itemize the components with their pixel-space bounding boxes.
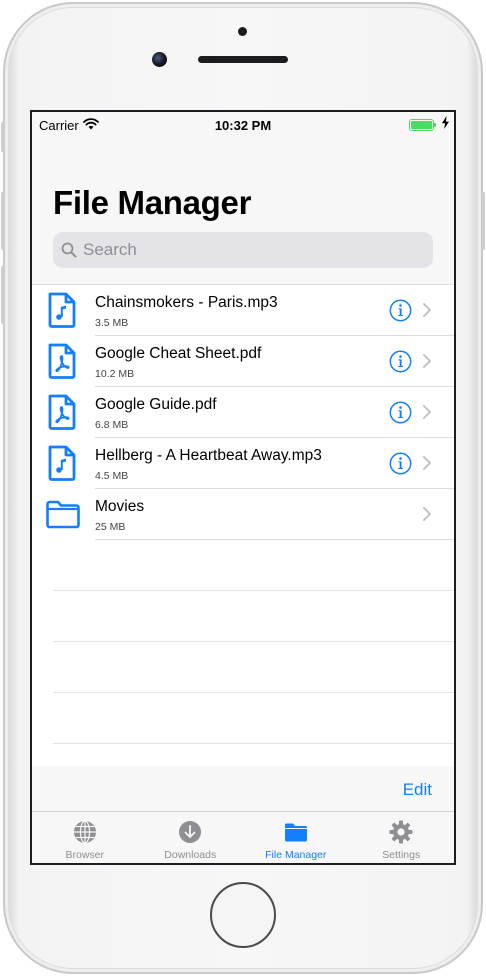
- empty-row-divider: [53, 641, 454, 642]
- pdf-file-icon: [47, 394, 77, 435]
- music-file-icon: [47, 292, 77, 333]
- folder-size: 25 MB: [95, 521, 126, 533]
- tab-settings[interactable]: Settings: [349, 812, 455, 863]
- tab-label: Settings: [382, 849, 421, 861]
- file-list: Chainsmokers - Paris.mp3 3.5 MB Google C…: [32, 284, 454, 766]
- music-file-icon: [47, 445, 77, 486]
- file-row[interactable]: Google Cheat Sheet.pdf 10.2 MB: [32, 336, 454, 387]
- file-size: 4.5 MB: [95, 470, 129, 482]
- empty-row-divider: [53, 590, 454, 591]
- globe-icon: [73, 820, 97, 844]
- status-bar: Carrier 10:32 PM: [32, 112, 454, 138]
- search-icon: [61, 242, 77, 258]
- folder-icon: [45, 499, 81, 534]
- charging-bolt-icon: [442, 116, 449, 132]
- folder-name: Movies: [95, 498, 145, 515]
- file-name: Chainsmokers - Paris.mp3: [95, 294, 278, 311]
- file-name: Google Guide.pdf: [95, 396, 217, 413]
- tab-label: File Manager: [265, 849, 327, 861]
- info-icon[interactable]: [389, 299, 412, 322]
- tab-label: Browser: [65, 849, 104, 861]
- pdf-file-icon: [47, 343, 77, 384]
- proximity-sensor: [238, 27, 247, 36]
- folder-icon: [284, 820, 308, 844]
- gear-icon: [389, 820, 413, 844]
- file-name: Google Cheat Sheet.pdf: [95, 345, 262, 362]
- search-placeholder: Search: [83, 240, 137, 259]
- tab-browser[interactable]: Browser: [32, 812, 138, 863]
- search-input[interactable]: Search: [53, 232, 433, 268]
- chevron-right-icon: [422, 506, 432, 522]
- empty-row-divider: [53, 692, 454, 693]
- page-title: File Manager: [53, 184, 252, 221]
- screen: Carrier 10:32 PM File Manager Search Cha…: [30, 110, 456, 865]
- tab-label: Downloads: [164, 849, 217, 861]
- tab-bar: Browser Downloads File Manager Settings: [32, 811, 455, 863]
- volume-down-button: [1, 266, 4, 324]
- file-row[interactable]: Google Guide.pdf 6.8 MB: [32, 387, 454, 438]
- mute-switch: [1, 122, 4, 152]
- home-button[interactable]: [210, 882, 276, 948]
- file-name: Hellberg - A Heartbeat Away.mp3: [95, 447, 322, 464]
- tab-downloads[interactable]: Downloads: [138, 812, 244, 863]
- file-size: 3.5 MB: [95, 317, 129, 329]
- info-icon[interactable]: [389, 452, 412, 475]
- chevron-right-icon: [422, 455, 432, 471]
- bottom-toolbar: Edit: [32, 766, 454, 811]
- battery-icon: [409, 119, 436, 131]
- front-camera: [152, 52, 167, 67]
- tab-file-manager[interactable]: File Manager: [243, 812, 349, 863]
- info-icon[interactable]: [389, 401, 412, 424]
- download-icon: [178, 820, 202, 844]
- chevron-right-icon: [422, 353, 432, 369]
- empty-row-divider: [53, 743, 454, 744]
- chevron-right-icon: [422, 404, 432, 420]
- info-icon[interactable]: [389, 350, 412, 373]
- edit-button[interactable]: Edit: [403, 780, 432, 800]
- chevron-right-icon: [422, 302, 432, 318]
- folder-row[interactable]: Movies 25 MB: [32, 489, 454, 540]
- status-time: 10:32 PM: [214, 118, 272, 133]
- file-size: 10.2 MB: [95, 368, 135, 380]
- volume-up-button: [1, 192, 4, 250]
- power-button: [482, 192, 485, 250]
- file-row[interactable]: Chainsmokers - Paris.mp3 3.5 MB: [32, 285, 454, 336]
- file-row[interactable]: Hellberg - A Heartbeat Away.mp3 4.5 MB: [32, 438, 454, 489]
- earpiece-speaker: [198, 56, 288, 63]
- file-size: 6.8 MB: [95, 419, 129, 431]
